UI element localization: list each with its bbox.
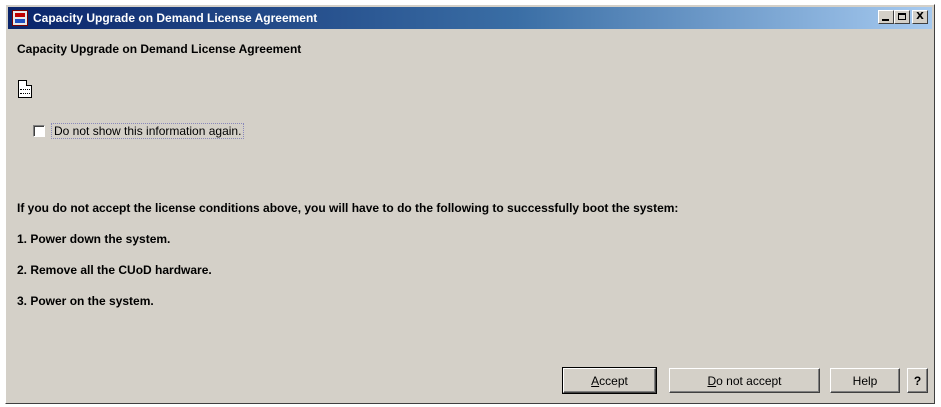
window-title: Capacity Upgrade on Demand License Agree… xyxy=(33,11,318,25)
dialog-heading: Capacity Upgrade on Demand License Agree… xyxy=(17,42,302,56)
maximize-icon xyxy=(898,13,906,20)
document-icon xyxy=(18,80,32,98)
do-not-show-again-checkbox-row[interactable]: Do not show this information again. xyxy=(33,123,245,139)
do-not-show-again-label[interactable]: Do not show this information again. xyxy=(51,123,245,139)
step-1: 1. Power down the system. xyxy=(17,232,171,246)
step-2: 2. Remove all the CUoD hardware. xyxy=(17,263,212,277)
accept-label: ccept xyxy=(599,373,628,388)
question-button[interactable]: ? xyxy=(907,368,928,393)
license-dialog-window: Capacity Upgrade on Demand License Agree… xyxy=(5,4,935,404)
do-not-accept-mnemonic: D xyxy=(707,373,717,388)
do-not-accept-button[interactable]: Do not accept xyxy=(669,368,820,393)
title-bar[interactable]: Capacity Upgrade on Demand License Agree… xyxy=(8,7,932,29)
step-3: 3. Power on the system. xyxy=(17,294,154,308)
close-icon: X xyxy=(916,11,924,22)
help-button[interactable]: Help xyxy=(830,368,900,393)
do-not-show-again-checkbox[interactable] xyxy=(33,125,45,137)
minimize-icon xyxy=(882,19,889,21)
close-button[interactable]: X xyxy=(912,10,928,24)
window-controls: X xyxy=(878,10,928,24)
minimize-button[interactable] xyxy=(878,10,894,24)
do-not-accept-label: o not accept xyxy=(716,373,782,388)
accept-button[interactable]: Accept xyxy=(562,367,657,394)
maximize-button[interactable] xyxy=(894,10,910,24)
app-icon[interactable] xyxy=(12,10,28,26)
accept-mnemonic: A xyxy=(591,373,600,388)
instructions-text: If you do not accept the license conditi… xyxy=(17,201,679,215)
